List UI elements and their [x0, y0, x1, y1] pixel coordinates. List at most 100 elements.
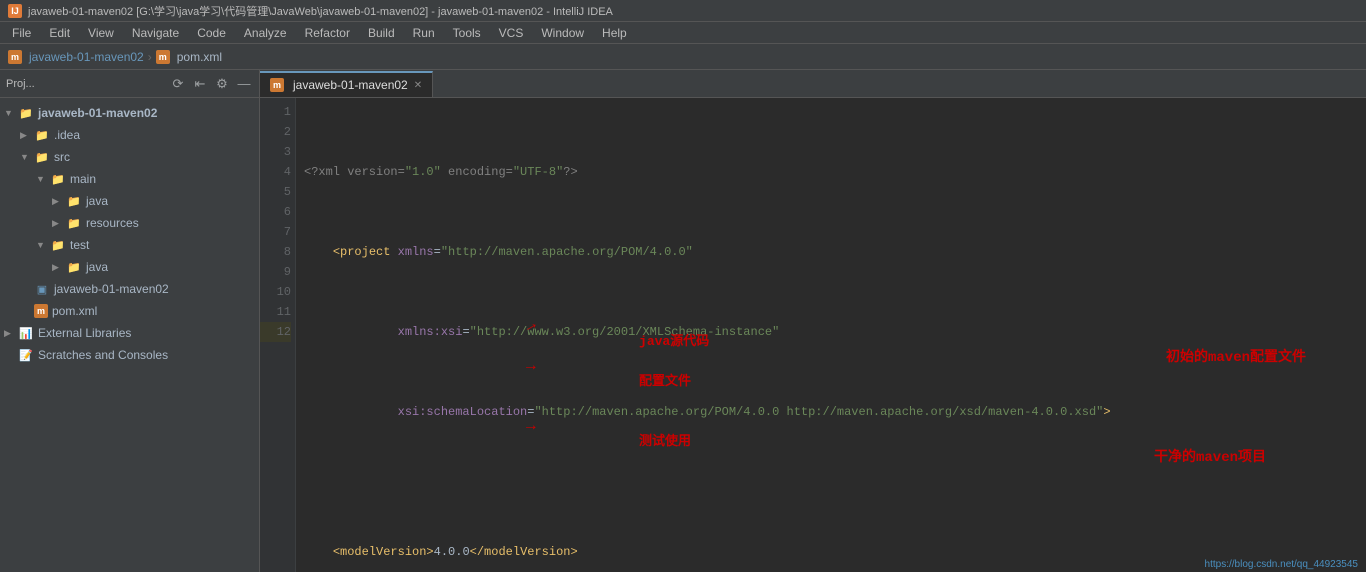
- tree-item-resources[interactable]: ▶ 📁 resources: [0, 212, 259, 234]
- window-title: javaweb-01-maven02 [G:\学习\java学习\代码管理\Ja…: [28, 3, 613, 19]
- code-line-1: <?xml version="1.0" encoding="UTF-8"?>: [304, 162, 1358, 182]
- tree-item-ext-libs[interactable]: ▶ 📊 External Libraries: [0, 322, 259, 344]
- tab-icon: m: [270, 78, 284, 92]
- breadcrumb-project-icon: m: [8, 50, 22, 64]
- sidebar: Proj... ⟳ ⇤ ⚙ — ▼ 📁 javaweb-01-maven02 ▶…: [0, 70, 260, 572]
- tree-item-test[interactable]: ▼ 📁 test: [0, 234, 259, 256]
- line-num-4: 4: [260, 162, 291, 182]
- expand-arrow-java: ▶: [52, 196, 66, 207]
- title-bar: IJ javaweb-01-maven02 [G:\学习\java学习\代码管理…: [0, 0, 1366, 22]
- tree-item-project-root[interactable]: ▼ 📁 javaweb-01-maven02: [0, 102, 259, 124]
- tree-item-module[interactable]: ▶ ▣ javaweb-01-maven02: [0, 278, 259, 300]
- menu-navigate[interactable]: Navigate: [124, 24, 187, 42]
- tree-label-ext-libs: External Libraries: [38, 326, 131, 340]
- line-num-6: 6: [260, 202, 291, 222]
- menu-file[interactable]: File: [4, 24, 39, 42]
- tree-item-scratches[interactable]: ▶ 📝 Scratches and Consoles: [0, 344, 259, 366]
- breadcrumb-bar: m javaweb-01-maven02 › m pom.xml: [0, 44, 1366, 70]
- line-num-12: 12: [260, 322, 291, 342]
- tree-item-java[interactable]: ▶ 📁 java: [0, 190, 259, 212]
- line-num-1: 1: [260, 102, 291, 122]
- annotation-clean-project: 干净的maven项目: [1070, 428, 1266, 488]
- src-folder-icon: 📁: [34, 150, 50, 164]
- line-num-9: 9: [260, 262, 291, 282]
- menu-build[interactable]: Build: [360, 24, 403, 42]
- code-line-2: <project xmlns="http://maven.apache.org/…: [304, 242, 1358, 262]
- breadcrumb-file-icon: m: [156, 50, 170, 64]
- arrow-config: →: [526, 356, 536, 376]
- sidebar-toolbar: Proj... ⟳ ⇤ ⚙ —: [0, 70, 259, 98]
- tab-bar: m javaweb-01-maven02 ✕: [260, 70, 1366, 98]
- line-num-2: 2: [260, 122, 291, 142]
- main-folder-icon: 📁: [50, 172, 66, 186]
- tree-label-test-java: java: [86, 260, 108, 274]
- tree-item-main[interactable]: ▼ 📁 main: [0, 168, 259, 190]
- app-icon: IJ: [8, 4, 22, 18]
- main-layout: Proj... ⟳ ⇤ ⚙ — ▼ 📁 javaweb-01-maven02 ▶…: [0, 70, 1366, 572]
- tree-label-java: java: [86, 194, 108, 208]
- breadcrumb-sep: ›: [148, 50, 152, 64]
- menu-edit[interactable]: Edit: [41, 24, 78, 42]
- scratch-icon: 📝: [18, 348, 34, 362]
- expand-arrow-ext: ▶: [4, 328, 18, 339]
- breadcrumb-file[interactable]: pom.xml: [177, 50, 222, 64]
- tree-label-src: src: [54, 150, 70, 164]
- tab-label: javaweb-01-maven02: [293, 78, 408, 92]
- settings-btn[interactable]: ⚙: [213, 75, 231, 93]
- menu-code[interactable]: Code: [189, 24, 234, 42]
- expand-arrow-src: ▼: [20, 152, 34, 162]
- code-line-3: xmlns:xsi="http://www.w3.org/2001/XMLSch…: [304, 322, 1358, 342]
- resources-folder-icon: 📁: [66, 216, 82, 230]
- menu-refactor[interactable]: Refactor: [297, 24, 358, 42]
- bottom-bar: https://blog.csdn.net/qq_44923545: [1197, 557, 1366, 572]
- code-editor[interactable]: <?xml version="1.0" encoding="UTF-8"?> <…: [296, 98, 1366, 572]
- ext-libs-icon: 📊: [18, 326, 34, 340]
- tree-label-resources: resources: [86, 216, 139, 230]
- java-folder-icon: 📁: [66, 194, 82, 208]
- tree-label-project-root: javaweb-01-maven02: [38, 106, 157, 120]
- idea-folder-icon: 📁: [34, 128, 50, 142]
- test-java-folder-icon: 📁: [66, 260, 82, 274]
- menu-vcs[interactable]: VCS: [491, 24, 532, 42]
- editor-tab-pom[interactable]: m javaweb-01-maven02 ✕: [260, 71, 433, 97]
- line-numbers: 1 2 3 4 5 6 7 8 9 10 11 12: [260, 98, 296, 572]
- tree-label-scratches: Scratches and Consoles: [38, 348, 168, 362]
- menu-analyze[interactable]: Analyze: [236, 24, 295, 42]
- menu-run[interactable]: Run: [405, 24, 443, 42]
- line-num-7: 7: [260, 222, 291, 242]
- menu-bar: File Edit View Navigate Code Analyze Ref…: [0, 22, 1366, 44]
- pom-icon: m: [34, 304, 48, 318]
- line-num-10: 10: [260, 282, 291, 302]
- tree-item-pom[interactable]: ▶ m pom.xml: [0, 300, 259, 322]
- file-tree: ▼ 📁 javaweb-01-maven02 ▶ 📁 .idea ▼ 📁 src…: [0, 98, 259, 572]
- sidebar-label: Proj...: [6, 78, 165, 90]
- expand-arrow-test: ▼: [36, 240, 50, 250]
- breadcrumb-project[interactable]: javaweb-01-maven02: [29, 50, 144, 64]
- expand-arrow-test-java: ▶: [52, 262, 66, 273]
- expand-arrow-resources: ▶: [52, 218, 66, 229]
- line-num-11: 11: [260, 302, 291, 322]
- tree-item-idea[interactable]: ▶ 📁 .idea: [0, 124, 259, 146]
- editor-content: 1 2 3 4 5 6 7 8 9 10 11 12 <?xml version…: [260, 98, 1366, 572]
- menu-help[interactable]: Help: [594, 24, 635, 42]
- sync-btn[interactable]: ⟳: [169, 75, 187, 93]
- tree-item-test-java[interactable]: ▶ 📁 java: [0, 256, 259, 278]
- tree-item-src[interactable]: ▼ 📁 src: [0, 146, 259, 168]
- project-icon: 📁: [18, 106, 34, 120]
- hide-btn[interactable]: —: [235, 75, 253, 93]
- module-icon: ▣: [34, 282, 50, 296]
- menu-tools[interactable]: Tools: [445, 24, 489, 42]
- menu-window[interactable]: Window: [533, 24, 592, 42]
- line-num-5: 5: [260, 182, 291, 202]
- code-line-4: xsi:schemaLocation="http://maven.apache.…: [304, 402, 1358, 422]
- annotation-java-source: java源代码: [561, 312, 709, 372]
- line-num-3: 3: [260, 142, 291, 162]
- tree-label-idea: .idea: [54, 128, 80, 142]
- tree-label-test: test: [70, 238, 89, 252]
- bottom-url: https://blog.csdn.net/qq_44923545: [1205, 559, 1358, 570]
- expand-arrow: ▼: [4, 108, 18, 118]
- menu-view[interactable]: View: [80, 24, 122, 42]
- collapse-btn[interactable]: ⇤: [191, 75, 209, 93]
- tab-close-btn[interactable]: ✕: [414, 80, 422, 91]
- editor-area: m javaweb-01-maven02 ✕ 1 2 3 4 5 6 7 8 9…: [260, 70, 1366, 572]
